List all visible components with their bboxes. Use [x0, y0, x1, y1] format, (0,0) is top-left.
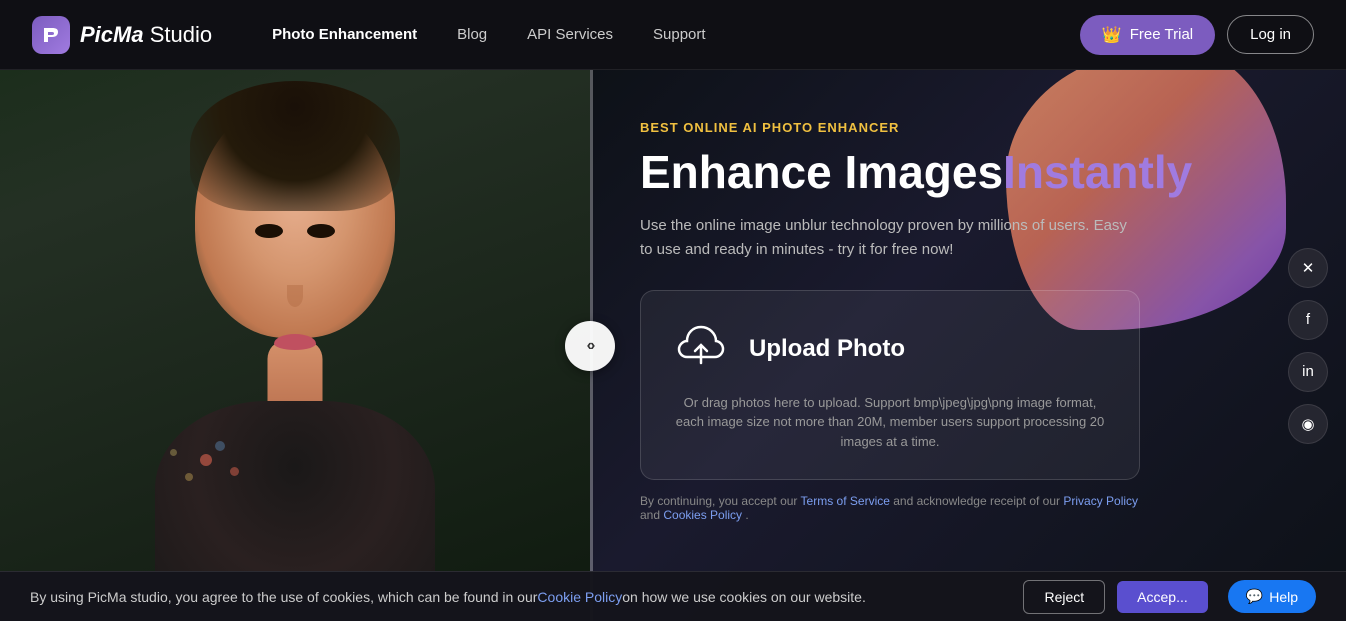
facebook-button[interactable]: f: [1288, 300, 1328, 340]
hero-title: Enhance ImagesInstantly: [640, 147, 1266, 198]
hero-description: Use the online image unblur technology p…: [640, 214, 1140, 262]
nav-actions: 👑 Free Trial Log in: [1080, 15, 1314, 55]
logo-icon: [32, 16, 70, 54]
help-chat-icon: 💬: [1246, 588, 1263, 605]
free-trial-button[interactable]: 👑 Free Trial: [1080, 15, 1215, 55]
cookie-policy-link[interactable]: Cookie Policy: [537, 589, 622, 605]
upload-title: Upload Photo: [749, 335, 905, 363]
upload-box[interactable]: Upload Photo Or drag photos here to uplo…: [640, 290, 1140, 481]
linkedin-button[interactable]: in: [1288, 352, 1328, 392]
upload-description: Or drag photos here to upload. Support b…: [671, 393, 1109, 452]
right-panel: BEST ONLINE AI PHOTO ENHANCER Enhance Im…: [590, 70, 1346, 621]
photo-image: [0, 70, 590, 621]
cookie-text: By using PicMa studio, you agree to the …: [30, 589, 1011, 605]
reject-button[interactable]: Reject: [1023, 580, 1105, 614]
cookie-bar: By using PicMa studio, you agree to the …: [0, 571, 1346, 621]
nav-api-services[interactable]: API Services: [527, 26, 613, 43]
terms-text: By continuing, you accept our Terms of S…: [640, 494, 1140, 522]
upload-top: Upload Photo: [671, 319, 1109, 379]
brand-name: PicMa Studio: [80, 22, 212, 48]
accept-button[interactable]: Accep...: [1117, 581, 1208, 613]
cookies-policy-link[interactable]: Cookies Policy: [663, 508, 742, 522]
main-area: ‹› BEST ONLINE AI PHOTO ENHANCER Enhance…: [0, 70, 1346, 621]
nav-blog[interactable]: Blog: [457, 26, 487, 43]
upload-cloud-icon: [675, 323, 727, 375]
crown-icon: 👑: [1102, 25, 1122, 45]
slider-handle[interactable]: ‹›: [565, 321, 615, 371]
photo-panel: [0, 70, 590, 621]
nav-photo-enhancement[interactable]: Photo Enhancement: [272, 26, 417, 43]
slider-arrows-icon: ‹›: [587, 337, 594, 355]
privacy-policy-link[interactable]: Privacy Policy: [1063, 494, 1138, 508]
nav-support[interactable]: Support: [653, 26, 706, 43]
twitter-button[interactable]: ✕: [1288, 248, 1328, 288]
logo[interactable]: PicMa Studio: [32, 16, 212, 54]
upload-icon-wrap: [671, 319, 731, 379]
navbar: PicMa Studio Photo Enhancement Blog API …: [0, 0, 1346, 70]
nav-links: Photo Enhancement Blog API Services Supp…: [272, 26, 1080, 43]
help-button[interactable]: 💬 Help: [1228, 580, 1316, 613]
login-button[interactable]: Log in: [1227, 15, 1314, 54]
hero-subtitle: BEST ONLINE AI PHOTO ENHANCER: [640, 120, 1266, 135]
terms-of-service-link[interactable]: Terms of Service: [801, 494, 890, 508]
hero-content: BEST ONLINE AI PHOTO ENHANCER Enhance Im…: [640, 120, 1266, 522]
reddit-button[interactable]: ◉: [1288, 404, 1328, 444]
social-bar: ✕ f in ◉: [1288, 248, 1328, 444]
